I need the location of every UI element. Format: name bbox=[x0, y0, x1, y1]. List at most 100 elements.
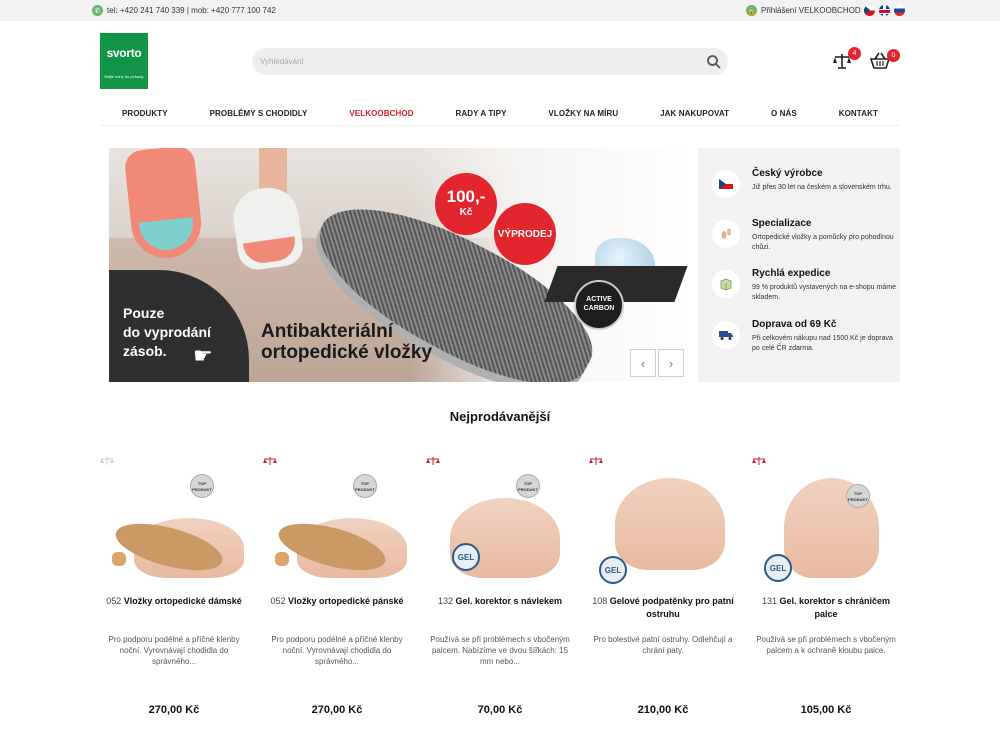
product-image[interactable]: GEL bbox=[593, 458, 733, 588]
cart-count-badge: 0 bbox=[887, 49, 900, 62]
main-nav: PRODUKTY PROBLÉMY S CHODIDLY VELKOOBCHOD… bbox=[100, 104, 900, 126]
phone-text: tel: +420 241 740 339 | mob: +420 777 10… bbox=[107, 6, 276, 15]
pointing-hand-icon: ☛ bbox=[193, 343, 213, 368]
nav-item-vlozky-na-miru[interactable]: VLOŽKY NA MÍRU bbox=[548, 104, 618, 125]
logo-tagline: Dejte nohy do pohody bbox=[104, 74, 144, 79]
promo-line-1: Pouze bbox=[123, 305, 165, 321]
benefit-text: Při celkovém nákupu nad 1500 Kč je dopra… bbox=[752, 335, 893, 352]
price-bubble: 100,- Kč bbox=[435, 173, 497, 235]
hero-banner[interactable]: ACTIVE CARBON 100,- Kč VÝPRODEJ Pouze do… bbox=[109, 148, 691, 382]
search-bar bbox=[252, 48, 728, 75]
slovak-flag-icon[interactable] bbox=[894, 5, 905, 16]
product-price: 270,00 Kč bbox=[311, 704, 363, 716]
product-card[interactable]: GEL TOP PRODUKT 131 Gel. korektor s chrá… bbox=[752, 450, 900, 740]
leather-icon bbox=[275, 552, 289, 566]
product-card[interactable]: GEL 108 Gelové podpatěnky pro patní ostr… bbox=[589, 450, 737, 740]
product-name[interactable]: 131 Gel. korektor s chráničem palce bbox=[752, 595, 900, 621]
product-title: Gel. korektor s návlekem bbox=[455, 596, 563, 606]
nav-item-o-nas[interactable]: O NÁS bbox=[771, 104, 797, 125]
gel-badge: GEL bbox=[764, 554, 792, 582]
phone-icon: ✆ bbox=[92, 5, 103, 16]
product-price: 105,00 Kč bbox=[800, 704, 852, 716]
wholesale-login[interactable]: 🔒 Přihlášení VELKOOBCHOD bbox=[746, 5, 861, 16]
svorto-logo[interactable]: svorto Dejte nohy do pohody bbox=[100, 33, 148, 89]
running-shoe-image bbox=[229, 183, 306, 273]
chevron-left-icon: ‹ bbox=[640, 355, 646, 371]
benefit-title: Specializace bbox=[752, 218, 812, 229]
product-price: 70,00 Kč bbox=[477, 704, 523, 716]
product-image[interactable]: TOP PRODUKT bbox=[104, 458, 244, 588]
carbon-label-2: CARBON bbox=[583, 305, 615, 312]
product-description: Pro podporu podélné a příčné klenby nočn… bbox=[108, 635, 240, 666]
hero-price: 100,- bbox=[446, 187, 486, 206]
nav-item-kontakt[interactable]: KONTAKT bbox=[839, 104, 878, 125]
nav-item-rady[interactable]: RADY A TIPY bbox=[455, 104, 506, 125]
leather-icon bbox=[112, 552, 126, 566]
nav-item-jak-nakupovat[interactable]: JAK NAKUPOVAT bbox=[660, 104, 729, 125]
product-image[interactable]: GEL TOP PRODUKT bbox=[756, 458, 896, 588]
benefit-text: 99 % produktů vystavených na e-shopu mám… bbox=[752, 284, 896, 301]
slider-next-button[interactable]: › bbox=[658, 349, 684, 377]
benefit-text: Ortopedické vložky a pomůcky pro pohodln… bbox=[752, 234, 894, 251]
compare-button[interactable]: 4 bbox=[832, 47, 861, 70]
chevron-right-icon: › bbox=[668, 355, 674, 371]
product-code: 052 bbox=[270, 596, 286, 606]
product-title: Vložky ortopedické dámské bbox=[123, 596, 242, 606]
slider-prev-button[interactable]: ‹ bbox=[630, 349, 656, 377]
top-bar: ✆ tel: +420 241 740 339 | mob: +420 777 … bbox=[0, 0, 1000, 21]
carbon-label-1: ACTIVE bbox=[586, 296, 612, 303]
logo-wordmark: svorto bbox=[106, 46, 142, 60]
hero-title-line-2: ortopedické vložky bbox=[261, 342, 433, 363]
product-name[interactable]: 052 Vložky ortopedické pánské bbox=[263, 595, 411, 608]
product-code: 132 bbox=[437, 596, 453, 606]
english-flag-icon[interactable] bbox=[879, 5, 890, 16]
bestsellers-title: Nejprodávanější bbox=[449, 409, 551, 424]
benefit-title: Český výrobce bbox=[752, 168, 823, 179]
gel-badge: GEL bbox=[452, 543, 480, 571]
top-product-badge: TOP PRODUKT bbox=[353, 474, 377, 498]
product-card[interactable]: TOP PRODUKT 052 Vložky ortopedické dámsk… bbox=[100, 450, 248, 740]
hero-title-line-1: Antibakteriální bbox=[261, 321, 393, 342]
compare-count-badge: 4 bbox=[848, 47, 861, 60]
active-carbon-badge: ACTIVE CARBON bbox=[574, 280, 624, 330]
product-description: Používá se při problémech s vbočeným pal… bbox=[430, 635, 570, 666]
benefit-text: Již přes 30 let na českém a slovenském t… bbox=[752, 184, 892, 191]
promo-line-2: do vyprodání bbox=[123, 324, 211, 340]
product-title: Vložky ortopedické pánské bbox=[288, 596, 404, 606]
phone-contact[interactable]: ✆ tel: +420 241 740 339 | mob: +420 777 … bbox=[92, 5, 276, 16]
benefits-panel: Český výrobce Již přes 30 let na českém … bbox=[698, 148, 900, 382]
product-code: 131 bbox=[761, 596, 777, 606]
product-description: Používá se při problémech s vbočeným pal… bbox=[756, 635, 896, 655]
footprint-icon bbox=[712, 220, 740, 248]
czech-flag-icon[interactable] bbox=[864, 5, 875, 16]
product-code: 052 bbox=[106, 596, 122, 606]
sale-bubble: VÝPRODEJ bbox=[494, 203, 556, 265]
lock-icon: 🔒 bbox=[746, 5, 757, 16]
product-name[interactable]: 052 Vložky ortopedické dámské bbox=[100, 595, 248, 608]
product-image[interactable]: TOP PRODUKT bbox=[267, 458, 407, 588]
product-image[interactable]: GEL TOP PRODUKT bbox=[430, 458, 570, 588]
product-name[interactable]: 108 Gelové podpatěnky pro patní ostruhu bbox=[589, 595, 737, 621]
truck-icon bbox=[712, 321, 740, 349]
product-code: 108 bbox=[592, 596, 608, 606]
top-product-badge: TOP PRODUKT bbox=[846, 484, 870, 508]
product-description: Pro podporu podélné a příčné klenby nočn… bbox=[271, 635, 403, 666]
hero-title: Antibakteriální ortopedické vložky bbox=[261, 321, 432, 363]
nav-item-problemy[interactable]: PROBLÉMY S CHODIDLY bbox=[210, 104, 308, 125]
product-title: Gel. korektor s chráničem palce bbox=[779, 596, 891, 619]
promo-line-3: zásob. bbox=[123, 343, 167, 359]
search-input[interactable] bbox=[252, 48, 692, 75]
product-card[interactable]: TOP PRODUKT 052 Vložky ortopedické pánsk… bbox=[263, 450, 411, 740]
package-icon bbox=[712, 270, 740, 298]
hero-currency: Kč bbox=[459, 207, 473, 218]
benefit-title: Rychlá expedice bbox=[752, 268, 831, 279]
cart-button[interactable]: 0 bbox=[869, 49, 900, 70]
nav-item-velkoobchod[interactable]: VELKOOBCHOD bbox=[349, 104, 413, 125]
product-name[interactable]: 132 Gel. korektor s návlekem bbox=[426, 595, 574, 608]
nav-item-produkty[interactable]: PRODUKTY bbox=[122, 104, 168, 125]
search-icon[interactable] bbox=[706, 54, 722, 70]
product-description: Pro bolestivé patní ostruhy. Odlehčují a… bbox=[593, 635, 733, 655]
gel-badge: GEL bbox=[599, 556, 627, 584]
product-card[interactable]: GEL TOP PRODUKT 132 Gel. korektor s návl… bbox=[426, 450, 574, 740]
product-title: Gelové podpatěnky pro patní ostruhu bbox=[609, 596, 734, 619]
